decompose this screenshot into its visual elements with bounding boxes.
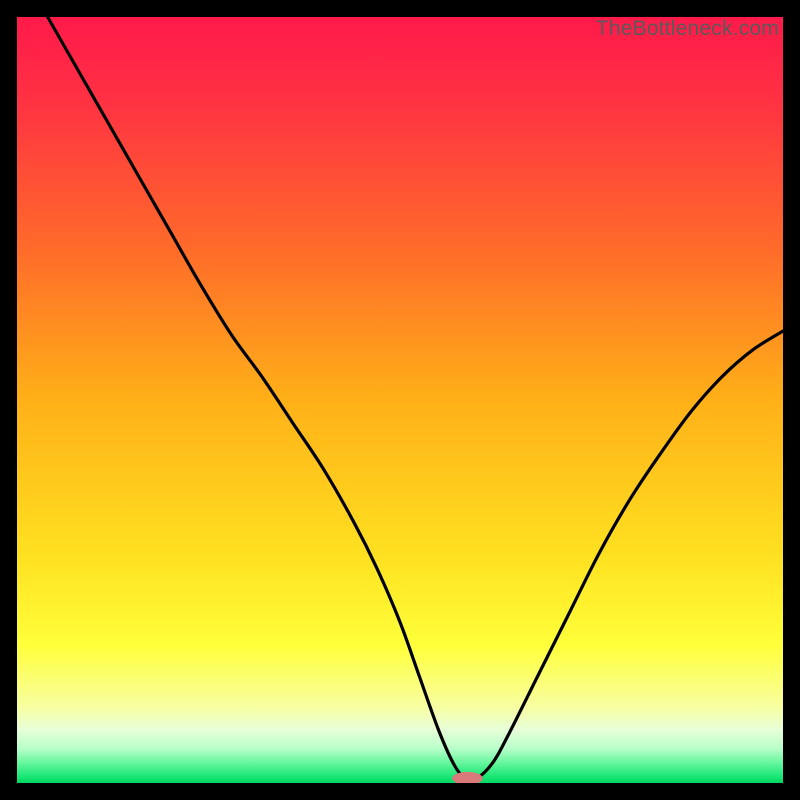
watermark-text: TheBottleneck.com: [596, 17, 779, 41]
chart-svg: [17, 17, 783, 783]
chart-frame: TheBottleneck.com: [17, 17, 783, 783]
chart-background: [17, 17, 783, 783]
